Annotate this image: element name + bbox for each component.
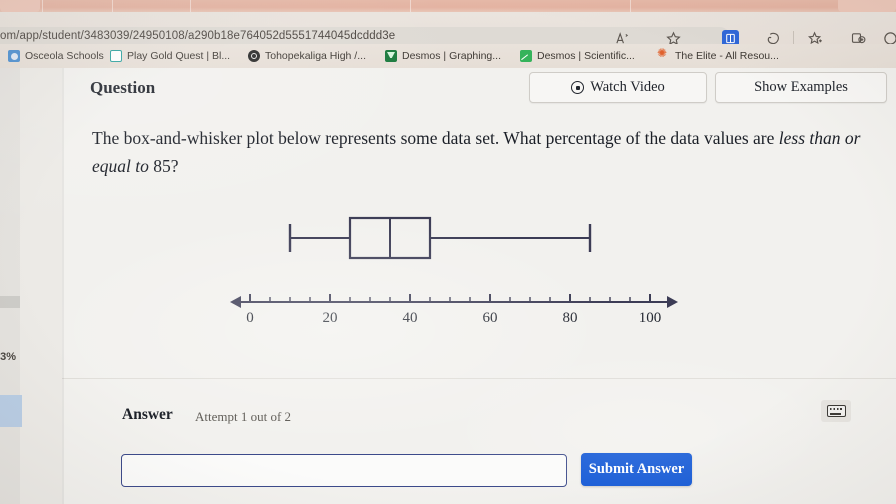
- bookmark-favicon-icon: [385, 50, 397, 62]
- bookmark-the-elite[interactable]: The Elite - All Resou...: [657, 47, 779, 64]
- bookmark-favicon-icon: [248, 50, 260, 62]
- tab-divider: [190, 0, 191, 12]
- play-circle-icon: [571, 81, 585, 94]
- watch-video-label: Watch Video: [590, 79, 665, 95]
- svg-text:40: 40: [403, 310, 418, 326]
- question-card: Question Watch Video Show Examples The b…: [62, 68, 896, 504]
- address-bar-url[interactable]: om/app/student/3483039/24950108/a290b18e…: [0, 30, 395, 42]
- svg-text:20: 20: [323, 310, 338, 326]
- bookmark-label: Osceola Schools: [25, 50, 104, 62]
- question-prompt: The box-and-whisker plot below represent…: [92, 124, 878, 180]
- answer-heading: Answer: [122, 406, 173, 423]
- tab-divider: [42, 0, 43, 12]
- prompt-text-part1: The box-and-whisker plot below represent…: [92, 128, 779, 148]
- keyboard-icon: [826, 405, 846, 417]
- bookmark-favicon-icon: [110, 50, 122, 62]
- browser-toolbar: om/app/student/3483039/24950108/a290b18e…: [0, 12, 896, 50]
- watch-video-button[interactable]: Watch Video: [529, 72, 707, 103]
- bookmark-desmos-scientific[interactable]: Desmos | Scientific...: [520, 48, 635, 64]
- browser-tab[interactable]: [838, 0, 896, 12]
- box-and-whisker-plot: 0 20 40 60 80 100: [152, 210, 772, 330]
- prompt-text-part2: 85?: [148, 156, 179, 176]
- show-examples-button[interactable]: Show Examples: [715, 72, 887, 103]
- bookmark-label: Desmos | Scientific...: [537, 50, 635, 62]
- box-plot-svg: 0 20 40 60 80 100: [230, 216, 678, 326]
- svg-text:0: 0: [246, 310, 254, 326]
- answer-input[interactable]: [121, 454, 567, 487]
- attempt-counter: Attempt 1 out of 2: [195, 409, 292, 424]
- bookmark-favicon-icon: [8, 50, 20, 62]
- bookmark-label: The Elite - All Resou...: [675, 50, 779, 62]
- bookmark-desmos-graphing[interactable]: Desmos | Graphing...: [385, 48, 501, 64]
- screenshot-root: om/app/student/3483039/24950108/a290b18e…: [0, 0, 896, 504]
- svg-text:80: 80: [563, 310, 578, 326]
- browser-tab[interactable]: [0, 0, 40, 12]
- section-divider: [62, 378, 896, 379]
- keyboard-toggle-button[interactable]: [821, 400, 851, 422]
- page-title: Question: [90, 78, 156, 97]
- submit-answer-button[interactable]: Submit Answer: [581, 453, 692, 486]
- bookmark-osceola-schools[interactable]: Osceola Schools: [8, 48, 104, 64]
- bookmark-label: Play Gold Quest | Bl...: [127, 50, 231, 62]
- bookmark-favicon-icon: [520, 50, 532, 62]
- bookmark-play-gold-quest[interactable]: Play Gold Quest | Bl...: [110, 48, 230, 64]
- tab-divider: [630, 0, 631, 12]
- progress-bar: [0, 296, 20, 308]
- bookmark-label: Tohopekaliga High /...: [265, 50, 366, 62]
- show-examples-label: Show Examples: [754, 79, 848, 95]
- browser-tab-strip[interactable]: [0, 0, 896, 12]
- tab-divider: [112, 0, 113, 12]
- bookmark-tohopekaliga-high[interactable]: Tohopekaliga High /...: [248, 48, 366, 64]
- progress-percent-label: 53%: [0, 351, 17, 363]
- svg-text:100: 100: [639, 310, 662, 326]
- bookmark-label: Desmos | Graphing...: [402, 50, 502, 62]
- page-content: 53% Question Watch Video Show Examples T…: [0, 68, 896, 504]
- sidebar-blue-chip[interactable]: [0, 395, 22, 427]
- question-header: Question Watch Video Show Examples: [62, 68, 896, 113]
- svg-text:60: 60: [483, 310, 498, 326]
- tab-divider: [410, 0, 411, 12]
- left-sidebar: [0, 68, 22, 504]
- bookmark-favicon-icon: [657, 47, 670, 62]
